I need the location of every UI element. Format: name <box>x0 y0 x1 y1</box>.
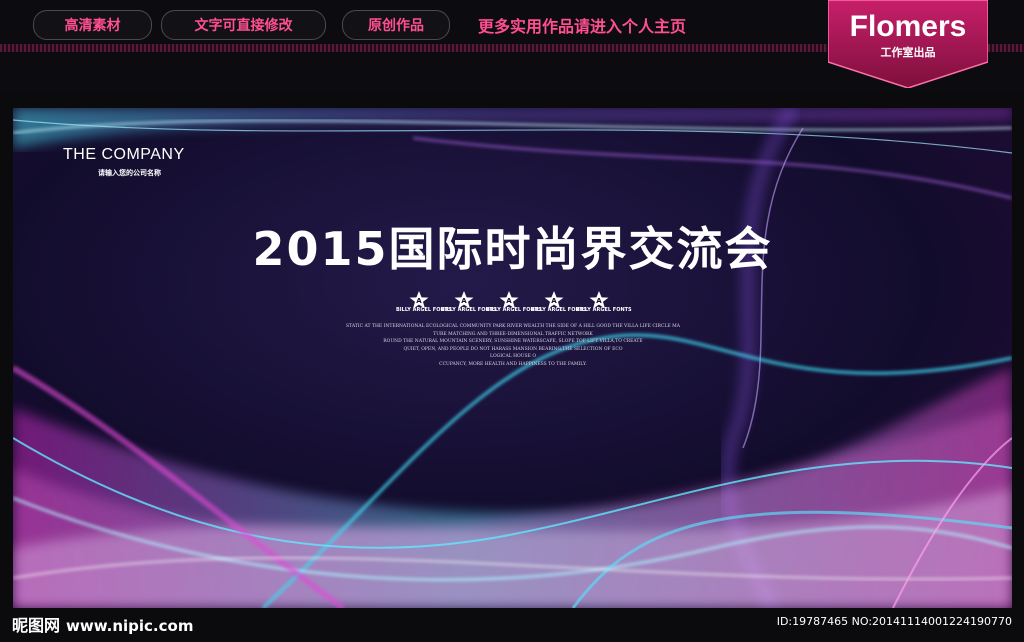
svg-text:A: A <box>416 297 422 305</box>
star-badge: A BILLY ARGEL FONTS <box>396 290 452 320</box>
brand-badge[interactable]: Flomers 工作室出品 <box>828 0 988 88</box>
svg-text:A: A <box>461 297 467 305</box>
brand-subtitle: 工作室出品 <box>880 46 936 59</box>
star-badge: A BILLY ARGEL FONTS <box>576 290 632 320</box>
body-line: LOGICAL HOUSE O <box>489 354 537 359</box>
event-banner: THE COMPANY 请输入您的公司名称 2015国际时尚界交流会 A BIL… <box>13 108 1012 608</box>
svg-text:A: A <box>506 297 512 305</box>
star-badge: A BILLY ARGEL FONTS <box>486 290 542 320</box>
image-id: ID:19787465 NO:20141114001224190770 <box>776 615 1012 628</box>
pill-original-work[interactable]: 原创作品 <box>342 10 450 40</box>
body-line: STATIC AT THE INTERNATIONAL ECOLOGICAL C… <box>346 324 680 329</box>
svg-text:A: A <box>551 297 557 305</box>
company-subtitle: 请输入您的公司名称 <box>98 169 161 177</box>
star-caption: BILLY ARGEL FONTS <box>396 307 452 313</box>
event-title: 2015国际时尚界交流会 <box>252 222 773 276</box>
svg-text:A: A <box>596 297 602 305</box>
pill-editable-text[interactable]: 文字可直接修改 <box>161 10 326 40</box>
pill-hd-material[interactable]: 高清素材 <box>33 10 152 40</box>
more-works-link[interactable]: 更多实用作品请进入个人主页 <box>478 13 686 37</box>
star-caption: BILLY ARGEL FONTS <box>531 307 587 313</box>
top-bar: 高清素材 文字可直接修改 原创作品 更多实用作品请进入个人主页 Flomers … <box>0 0 1024 90</box>
body-copy: STATIC AT THE INTERNATIONAL ECOLOGICAL C… <box>278 323 748 368</box>
star-badge: A BILLY ARGEL FONTS <box>531 290 587 320</box>
site-watermark: 昵图网 www.nipic.com <box>12 612 193 636</box>
body-line: TURE MATCHING AND THREE-DIMENSIONAL TRAF… <box>433 331 593 337</box>
star-caption: BILLY ARGEL FONTS <box>486 307 542 313</box>
star-caption: BILLY ARGEL FONTS <box>576 307 632 313</box>
star-caption: BILLY ARGEL FONTS <box>441 307 497 313</box>
brand-name: Flomers <box>849 10 967 43</box>
site-logo: 昵图网 <box>12 616 61 635</box>
body-line: QUIET, OPEN, AND PEOPLE DO NOT HARASS MA… <box>403 346 623 352</box>
star-badge: A BILLY ARGEL FONTS <box>441 290 497 320</box>
site-url: www.nipic.com <box>66 617 194 635</box>
body-line: ROUND THE NATURAL MOUNTAIN SCENERY, SUNS… <box>383 339 643 344</box>
body-line: CCUPANCY, MORE HEALTH AND HAPPINESS TO T… <box>439 361 587 367</box>
star-badges: A BILLY ARGEL FONTS A BILLY ARGEL FONTS … <box>396 290 632 320</box>
company-name: THE COMPANY <box>63 146 185 163</box>
